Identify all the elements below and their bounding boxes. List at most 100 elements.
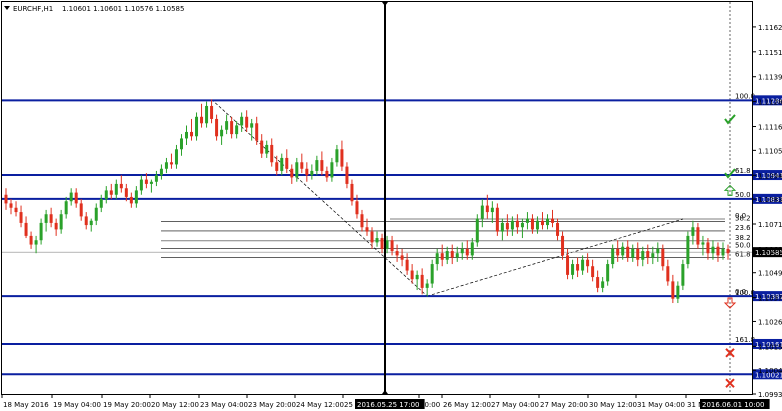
candle-body: [195, 116, 199, 137]
candle-body: [94, 207, 98, 221]
candle-body: [716, 246, 720, 256]
candle-body: [190, 131, 194, 137]
candle-body: [185, 131, 188, 139]
candle-body: [245, 116, 249, 128]
candle-body: [581, 259, 585, 271]
candle-body: [666, 266, 670, 282]
candle-body: [721, 248, 725, 256]
candle-body: [571, 264, 575, 275]
y-tick-label: 1.10040: [758, 367, 782, 375]
candle-body: [99, 199, 103, 208]
candle-body: [500, 222, 504, 232]
candle-body: [656, 248, 660, 254]
candle-body: [475, 218, 479, 243]
candle-body: [129, 196, 133, 204]
candle-body: [345, 166, 349, 184]
candle-body: [265, 144, 269, 154]
candle-body: [139, 179, 143, 191]
candle-body: [621, 246, 625, 256]
candle-body: [701, 242, 705, 245]
y-tick-label: 1.10715: [758, 221, 782, 229]
x-tick-label: 18 May 2016: [3, 401, 49, 409]
candle-body: [49, 214, 53, 223]
x-tick-label: 27 May 04:00: [491, 401, 539, 409]
x-tick-label: 25: [344, 401, 353, 409]
candle-body: [450, 251, 454, 258]
candle-body: [626, 246, 630, 258]
candle-body: [285, 157, 289, 169]
candle-body: [310, 170, 314, 176]
candle-body: [174, 149, 178, 165]
y-tick-label: 1.10265: [758, 318, 782, 326]
candle-body: [606, 264, 610, 282]
candle-body: [495, 207, 499, 232]
y-tick-label: 1.11625: [758, 24, 782, 32]
candle-body: [59, 214, 63, 230]
candle-body: [169, 162, 173, 165]
candle-body: [275, 162, 279, 171]
candle-body: [465, 248, 469, 256]
fib-level-label: 100.0: [735, 92, 755, 100]
candle-body: [591, 266, 595, 278]
candle-body: [215, 118, 219, 137]
candle-body: [651, 253, 655, 258]
x-tick-label: 19 May 20:00: [103, 401, 151, 409]
candle-body: [435, 253, 439, 265]
candle-body: [525, 218, 529, 223]
symbol-label: EURCHF,H1: [13, 5, 53, 13]
candle-body: [230, 121, 234, 135]
candle-body: [39, 222, 43, 241]
candle-body: [405, 259, 409, 271]
y-tick-label: 1.11165: [758, 124, 782, 132]
y-tick-label: 1.10375: [758, 295, 782, 303]
candle-body: [335, 149, 339, 163]
candle-body: [641, 251, 645, 260]
y-tick-label: 1.10150: [758, 343, 782, 351]
candle-body: [455, 253, 459, 258]
candle-body: [646, 251, 650, 258]
x-tick-label: 30 May 12:00: [589, 401, 637, 409]
candle-body: [14, 207, 18, 213]
candle-body: [119, 183, 123, 189]
candle-body: [726, 248, 730, 254]
candle-body: [686, 235, 690, 265]
y-tick-label: 1.11055: [758, 147, 782, 155]
fib-level-label: 50.0: [735, 191, 751, 199]
candle-body: [395, 251, 399, 256]
candle-body: [445, 251, 449, 260]
candle-body: [505, 222, 509, 230]
fib-retracement-label: 23.6: [735, 224, 751, 232]
candle-body: [520, 222, 524, 228]
ohlc-readout: 1.10601 1.10601 1.10576 1.10585: [62, 5, 184, 13]
candle-body: [64, 201, 68, 215]
x-tick-label: 26 May 12:00: [443, 401, 491, 409]
x-tick-label: 27 May 20:00: [540, 401, 588, 409]
candle-body: [320, 160, 324, 171]
x-tick-label: 31 May 04:00: [637, 401, 685, 409]
candle-body: [370, 231, 374, 243]
candle-body: [425, 283, 429, 288]
candle-body: [34, 240, 38, 245]
candle-body: [385, 240, 389, 249]
candle-body: [355, 201, 359, 215]
candle-body: [530, 218, 534, 230]
candle-body: [114, 183, 118, 195]
candle-body: [566, 255, 570, 275]
candle-body: [280, 157, 284, 171]
candle-body: [149, 181, 153, 184]
x-time-badge-label: 2016.06.01 10:00: [702, 401, 764, 409]
candle-body: [365, 227, 369, 232]
candle-body: [305, 168, 309, 176]
candle-body: [164, 162, 168, 169]
y-tick-label: 1.09930: [758, 391, 782, 399]
candle-body: [671, 281, 675, 299]
candle-body: [676, 285, 680, 299]
candle-body: [69, 192, 73, 202]
x-tick-label: 23 May 20:00: [248, 401, 296, 409]
candle-body: [596, 277, 600, 288]
candle-body: [611, 248, 615, 265]
candle-body: [260, 140, 264, 154]
candle-body: [340, 149, 344, 167]
candle-body: [470, 242, 474, 256]
candle-body: [270, 144, 274, 163]
